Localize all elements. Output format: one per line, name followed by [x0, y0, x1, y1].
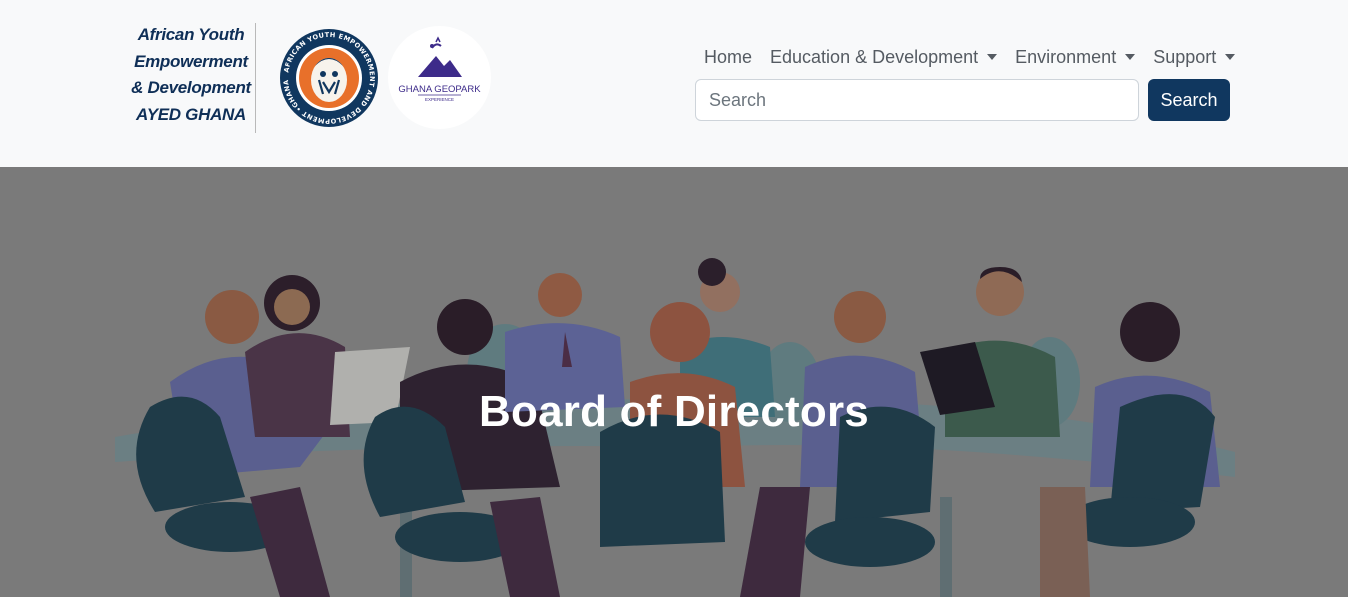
- search-input[interactable]: [695, 79, 1139, 121]
- ayed-logo[interactable]: AFRICAN YOUTH EMPOWERMENT AND DEVELOPMEN…: [279, 28, 379, 128]
- meeting-illustration: [115, 258, 1235, 597]
- geopark-subtitle: EXPERIENCE: [425, 97, 454, 102]
- nav-education-label: Education & Development: [770, 46, 979, 67]
- nav-environment-label: Environment: [1015, 46, 1117, 67]
- caret-down-icon: [1225, 54, 1236, 60]
- brand-line-4: AYED GHANA: [135, 104, 247, 124]
- brand-divider: [255, 23, 256, 133]
- nav-environment[interactable]: Environment: [1015, 46, 1136, 68]
- brand-line-2: Empowerment: [134, 51, 248, 71]
- nav-education-development[interactable]: Education & Development: [770, 46, 998, 68]
- brand-wordmark[interactable]: African Youth Empowerment & Development …: [128, 22, 254, 128]
- caret-down-icon: [1125, 54, 1136, 60]
- nav-home[interactable]: Home: [704, 47, 752, 68]
- geopark-name: GHANA GEOPARK: [398, 84, 481, 95]
- nav-support[interactable]: Support: [1153, 46, 1236, 68]
- brand-line-3: & Development: [131, 78, 251, 97]
- hero-banner: Board of Directors: [0, 167, 1348, 597]
- nav-support-label: Support: [1153, 46, 1217, 67]
- main-nav: Home Education & Development Environment…: [704, 44, 1236, 70]
- geopark-logo[interactable]: GHANA GEOPARK EXPERIENCE: [388, 26, 491, 129]
- page-title: Board of Directors: [479, 387, 869, 436]
- caret-down-icon: [987, 54, 998, 60]
- search-button[interactable]: Search: [1148, 79, 1230, 121]
- top-navbar: African Youth Empowerment & Development …: [0, 0, 1348, 167]
- brand-line-1: African Youth: [137, 25, 245, 44]
- geopark-mountain-icon: GHANA GEOPARK EXPERIENCE: [398, 36, 481, 102]
- nav-home-label: Home: [704, 46, 753, 67]
